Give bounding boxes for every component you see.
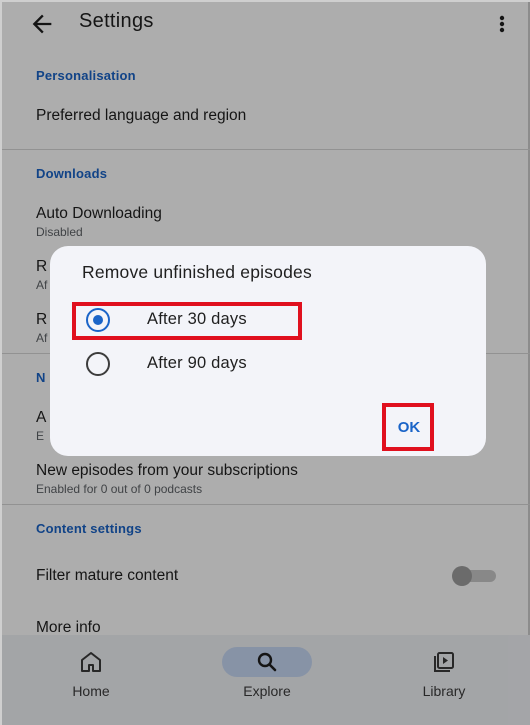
highlight-box-after-30-days (72, 302, 302, 340)
dialog-title: Remove unfinished episodes (82, 262, 312, 282)
highlight-box-ok (382, 403, 434, 451)
settings-screen: Settings Personalisation Preferred langu… (0, 0, 530, 725)
radio-button-unselected[interactable] (86, 352, 110, 376)
option-label-90-days: After 90 days (147, 354, 247, 372)
option-after-90-days[interactable]: After 90 days (50, 342, 486, 382)
remove-unfinished-episodes-dialog: Remove unfinished episodes After 30 days… (50, 246, 486, 456)
